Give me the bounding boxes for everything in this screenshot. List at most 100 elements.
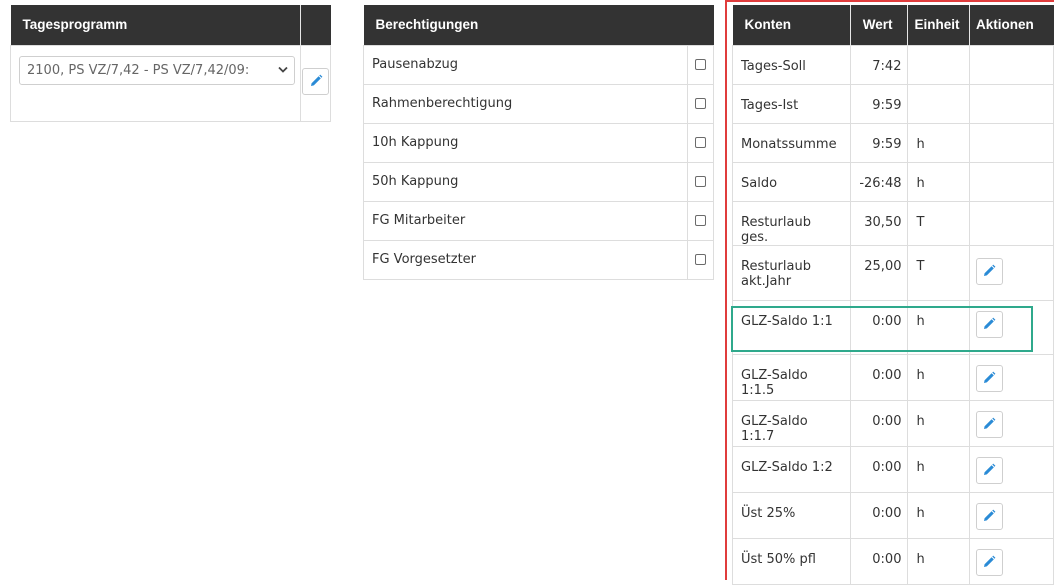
konto-name: GLZ-Saldo 1:2: [732, 445, 851, 493]
berechtigung-row: 10h Kappung: [363, 122, 714, 163]
konto-edit-button[interactable]: [975, 310, 1003, 338]
berechtigung-checkbox-cell: [687, 239, 714, 280]
berechtigung-row: FG Mitarbeiter: [363, 200, 714, 241]
berechtigung-checkbox-cell: [687, 83, 714, 124]
berechtigung-label: FG Mitarbeiter: [363, 200, 688, 241]
konto-aktionen: [968, 200, 1054, 246]
berechtigung-checkbox-cell: [687, 200, 714, 241]
tagesprogramm-select-cell: 2100, PS VZ/7,42 - PS VZ/7,42/09:: [10, 44, 301, 122]
berechtigung-label: Rahmenberechtigung: [363, 83, 688, 124]
tagesprogramm-select[interactable]: 2100, PS VZ/7,42 - PS VZ/7,42/09:: [19, 55, 295, 85]
konto-einheit: [907, 44, 970, 85]
konto-wert: 7:42: [849, 44, 909, 85]
berechtigung-checkbox-cell: [687, 122, 714, 163]
tagesprogramm-header: Tagesprogramm: [10, 5, 301, 45]
konto-row: Tages-Soll 7:42: [732, 44, 1054, 85]
konto-aktionen: [968, 161, 1054, 202]
konto-einheit: h: [907, 299, 970, 355]
konto-name: Tages-Ist: [732, 83, 851, 124]
berechtigung-row: 50h Kappung: [363, 161, 714, 202]
berechtigung-checkbox[interactable]: [695, 176, 706, 187]
konto-wert: 0:00: [849, 299, 909, 355]
wert-header: Wert: [850, 5, 909, 45]
konto-aktionen: [968, 537, 1054, 585]
konto-wert: 9:59: [849, 122, 909, 163]
konto-wert: 0:00: [849, 399, 909, 447]
konto-row: Monatssumme 9:59 h: [732, 122, 1054, 163]
berechtigung-row: Pausenabzug: [363, 44, 714, 85]
pencil-icon: [984, 371, 996, 383]
pencil-icon: [984, 463, 996, 475]
chevron-down-icon: [278, 66, 288, 73]
konto-name: Üst 50% pfl: [732, 537, 851, 585]
pencil-icon: [984, 509, 996, 521]
konto-wert: 0:00: [849, 445, 909, 493]
berechtigung-row: Rahmenberechtigung: [363, 83, 714, 124]
konto-edit-button[interactable]: [975, 456, 1003, 484]
konto-edit-button[interactable]: [975, 548, 1003, 576]
konto-name: Monatssumme: [732, 122, 851, 163]
berechtigungen-table: Berechtigungen Pausenabzug Rahmenberechti…: [363, 5, 714, 280]
berechtigung-label: 50h Kappung: [363, 161, 688, 202]
konto-wert: 9:59: [849, 83, 909, 124]
berechtigung-label: FG Vorgesetzter: [363, 239, 688, 280]
konto-einheit: h: [907, 537, 970, 585]
konto-einheit: h: [907, 353, 970, 401]
konto-name: Saldo: [732, 161, 851, 202]
konto-edit-button[interactable]: [975, 257, 1003, 285]
konto-name: Resturlaub akt.Jahr: [732, 244, 851, 301]
konten-table: Konten Wert Einheit Aktionen Tages-Soll 7…: [732, 5, 1054, 585]
konto-row: Saldo -26:48 h: [732, 161, 1054, 202]
konto-name: Üst 25%: [732, 491, 851, 539]
berechtigung-checkbox[interactable]: [695, 254, 706, 265]
konto-name: Resturlaub ges.: [732, 200, 851, 246]
konto-wert: 0:00: [849, 491, 909, 539]
konto-name: GLZ-Saldo 1:1.5: [732, 353, 851, 401]
konto-row: GLZ-Saldo 1:1.5 0:00 h: [732, 353, 1054, 401]
tagesprogramm-selected-value: 2100, PS VZ/7,42 - PS VZ/7,42/09:: [27, 62, 250, 78]
konto-aktionen: [968, 44, 1054, 85]
konto-wert: 30,50: [849, 200, 909, 246]
konto-name: GLZ-Saldo 1:1.7: [732, 399, 851, 447]
konto-einheit: T: [907, 200, 970, 246]
konto-edit-button[interactable]: [975, 364, 1003, 392]
berechtigung-label: Pausenabzug: [363, 44, 688, 85]
konto-einheit: h: [907, 122, 970, 163]
konto-aktionen: [968, 244, 1054, 301]
konto-aktionen: [968, 491, 1054, 539]
konto-row: GLZ-Saldo 1:2 0:00 h: [732, 445, 1054, 493]
konto-row: Resturlaub ges. 30,50 T: [732, 200, 1054, 246]
tagesprogramm-edit-button[interactable]: [302, 67, 329, 95]
berechtigungen-header: Berechtigungen: [363, 5, 714, 45]
konto-row: GLZ-Saldo 1:1 0:00 h: [732, 299, 1054, 355]
konto-row: Tages-Ist 9:59: [732, 83, 1054, 124]
aktionen-header: Aktionen: [969, 5, 1054, 45]
pencil-icon: [984, 317, 996, 329]
konto-wert: 0:00: [849, 353, 909, 401]
konto-aktionen: [968, 399, 1054, 447]
pencil-icon: [984, 264, 996, 276]
berechtigung-checkbox[interactable]: [695, 215, 706, 226]
konto-row: GLZ-Saldo 1:1.7 0:00 h: [732, 399, 1054, 447]
konto-name: Tages-Soll: [732, 44, 851, 85]
konto-row: Resturlaub akt.Jahr 25,00 T: [732, 244, 1054, 301]
konto-edit-button[interactable]: [975, 410, 1003, 438]
konto-edit-button[interactable]: [975, 502, 1003, 530]
pencil-icon: [984, 555, 996, 567]
berechtigung-checkbox[interactable]: [695, 59, 706, 70]
berechtigung-checkbox-cell: [687, 161, 714, 202]
pencil-icon: [984, 417, 996, 429]
berechtigung-label: 10h Kappung: [363, 122, 688, 163]
berechtigung-checkbox[interactable]: [695, 137, 706, 148]
konto-aktionen: [968, 445, 1054, 493]
konto-wert: 25,00: [849, 244, 909, 301]
konto-row: Üst 50% pfl 0:00 h: [732, 537, 1054, 585]
berechtigung-checkbox[interactable]: [695, 98, 706, 109]
tagesprogramm-table: Tagesprogramm 2100, PS VZ/7,42 - PS VZ/7…: [10, 5, 331, 122]
konto-aktionen: [968, 299, 1054, 355]
konto-einheit: T: [907, 244, 970, 301]
konto-aktionen: [968, 353, 1054, 401]
berechtigung-row: FG Vorgesetzter: [363, 239, 714, 280]
pencil-icon: [310, 74, 322, 86]
konto-wert: 0:00: [849, 537, 909, 585]
